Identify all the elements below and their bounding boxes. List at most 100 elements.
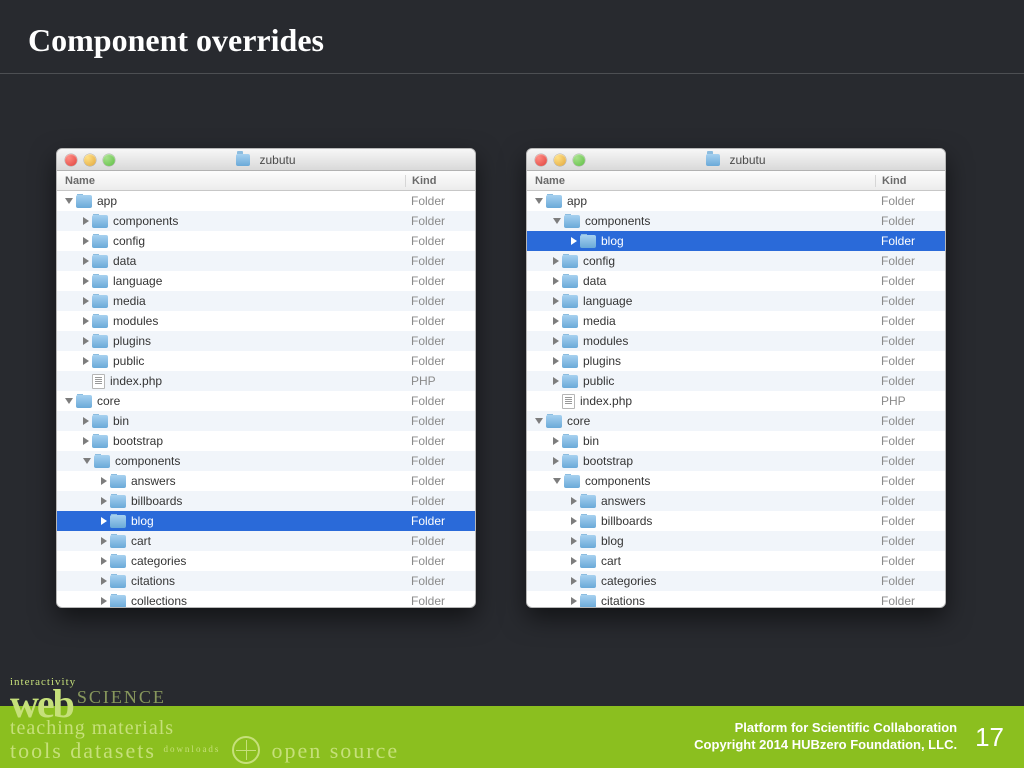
column-name[interactable]: Name xyxy=(57,175,405,187)
disclosure-triangle-icon[interactable] xyxy=(553,317,559,325)
tree-row[interactable]: modulesFolder xyxy=(57,311,475,331)
name-cell[interactable]: public xyxy=(57,354,405,368)
disclosure-triangle-icon[interactable] xyxy=(571,497,577,505)
disclosure-triangle-icon[interactable] xyxy=(101,557,107,565)
disclosure-triangle-icon[interactable] xyxy=(535,418,543,424)
tree-row[interactable]: publicFolder xyxy=(57,351,475,371)
tree-row[interactable]: componentsFolder xyxy=(527,211,945,231)
name-cell[interactable]: categories xyxy=(57,554,405,568)
disclosure-triangle-icon[interactable] xyxy=(553,297,559,305)
tree-row[interactable]: dataFolder xyxy=(57,251,475,271)
tree-row[interactable]: pluginsFolder xyxy=(527,351,945,371)
name-cell[interactable]: components xyxy=(527,214,875,228)
tree-row[interactable]: blogFolder xyxy=(527,231,945,251)
disclosure-triangle-icon[interactable] xyxy=(83,337,89,345)
tree-row[interactable]: cartFolder xyxy=(527,551,945,571)
disclosure-triangle-icon[interactable] xyxy=(553,277,559,285)
disclosure-triangle-icon[interactable] xyxy=(553,257,559,265)
disclosure-triangle-icon[interactable] xyxy=(553,218,561,224)
disclosure-triangle-icon[interactable] xyxy=(83,217,89,225)
column-kind[interactable]: Kind xyxy=(405,175,475,187)
window-minimize-button[interactable] xyxy=(554,154,566,166)
name-cell[interactable]: bootstrap xyxy=(57,434,405,448)
disclosure-triangle-icon[interactable] xyxy=(553,337,559,345)
tree-row[interactable]: binFolder xyxy=(527,431,945,451)
name-cell[interactable]: citations xyxy=(527,594,875,607)
window-zoom-button[interactable] xyxy=(103,154,115,166)
name-cell[interactable]: cart xyxy=(527,554,875,568)
tree-row[interactable]: billboardsFolder xyxy=(57,491,475,511)
tree-row[interactable]: componentsFolder xyxy=(57,451,475,471)
name-cell[interactable]: categories xyxy=(527,574,875,588)
tree-row[interactable]: bootstrapFolder xyxy=(57,431,475,451)
tree-row[interactable]: mediaFolder xyxy=(527,311,945,331)
name-cell[interactable]: billboards xyxy=(57,494,405,508)
disclosure-triangle-icon[interactable] xyxy=(553,478,561,484)
name-cell[interactable]: collections xyxy=(57,594,405,607)
disclosure-triangle-icon[interactable] xyxy=(535,198,543,204)
window-minimize-button[interactable] xyxy=(84,154,96,166)
name-cell[interactable]: plugins xyxy=(57,334,405,348)
tree-row[interactable]: index.phpPHP xyxy=(527,391,945,411)
tree-row[interactable]: configFolder xyxy=(527,251,945,271)
disclosure-triangle-icon[interactable] xyxy=(83,417,89,425)
name-cell[interactable]: blog xyxy=(57,514,405,528)
column-kind[interactable]: Kind xyxy=(875,175,945,187)
disclosure-triangle-icon[interactable] xyxy=(101,517,107,525)
disclosure-triangle-icon[interactable] xyxy=(83,437,89,445)
tree-row[interactable]: appFolder xyxy=(527,191,945,211)
name-cell[interactable]: language xyxy=(527,294,875,308)
disclosure-triangle-icon[interactable] xyxy=(553,357,559,365)
disclosure-triangle-icon[interactable] xyxy=(83,357,89,365)
tree-row[interactable]: categoriesFolder xyxy=(57,551,475,571)
name-cell[interactable]: blog xyxy=(527,534,875,548)
disclosure-triangle-icon[interactable] xyxy=(553,457,559,465)
tree-row[interactable]: billboardsFolder xyxy=(527,511,945,531)
disclosure-triangle-icon[interactable] xyxy=(101,497,107,505)
titlebar[interactable]: zubutu xyxy=(57,149,475,171)
disclosure-triangle-icon[interactable] xyxy=(101,597,107,605)
window-close-button[interactable] xyxy=(535,154,547,166)
tree-row[interactable]: pluginsFolder xyxy=(57,331,475,351)
tree-row[interactable]: componentsFolder xyxy=(57,211,475,231)
name-cell[interactable]: bin xyxy=(527,434,875,448)
disclosure-triangle-icon[interactable] xyxy=(101,477,107,485)
name-cell[interactable]: media xyxy=(57,294,405,308)
name-cell[interactable]: components xyxy=(57,454,405,468)
disclosure-triangle-icon[interactable] xyxy=(553,377,559,385)
tree-row[interactable]: languageFolder xyxy=(57,271,475,291)
name-cell[interactable]: answers xyxy=(527,494,875,508)
disclosure-triangle-icon[interactable] xyxy=(101,537,107,545)
name-cell[interactable]: bin xyxy=(57,414,405,428)
tree-row[interactable]: answersFolder xyxy=(527,491,945,511)
name-cell[interactable]: app xyxy=(57,194,405,208)
tree-row[interactable]: citationsFolder xyxy=(527,591,945,607)
tree-row[interactable]: binFolder xyxy=(57,411,475,431)
name-cell[interactable]: language xyxy=(57,274,405,288)
name-cell[interactable]: index.php xyxy=(527,394,875,409)
name-cell[interactable]: config xyxy=(57,234,405,248)
disclosure-triangle-icon[interactable] xyxy=(83,257,89,265)
disclosure-triangle-icon[interactable] xyxy=(553,437,559,445)
tree-row[interactable]: publicFolder xyxy=(527,371,945,391)
name-cell[interactable]: config xyxy=(527,254,875,268)
disclosure-triangle-icon[interactable] xyxy=(101,577,107,585)
disclosure-triangle-icon[interactable] xyxy=(65,198,73,204)
tree-row[interactable]: citationsFolder xyxy=(57,571,475,591)
disclosure-triangle-icon[interactable] xyxy=(65,398,73,404)
tree-row[interactable]: coreFolder xyxy=(527,411,945,431)
disclosure-triangle-icon[interactable] xyxy=(83,297,89,305)
name-cell[interactable]: index.php xyxy=(57,374,405,389)
tree-row[interactable]: componentsFolder xyxy=(527,471,945,491)
tree-row[interactable]: modulesFolder xyxy=(527,331,945,351)
name-cell[interactable]: media xyxy=(527,314,875,328)
name-cell[interactable]: bootstrap xyxy=(527,454,875,468)
disclosure-triangle-icon[interactable] xyxy=(83,317,89,325)
name-cell[interactable]: modules xyxy=(57,314,405,328)
name-cell[interactable]: billboards xyxy=(527,514,875,528)
tree-row[interactable]: collectionsFolder xyxy=(57,591,475,607)
column-headers[interactable]: NameKind xyxy=(527,171,945,191)
tree-row[interactable]: dataFolder xyxy=(527,271,945,291)
disclosure-triangle-icon[interactable] xyxy=(571,517,577,525)
name-cell[interactable]: plugins xyxy=(527,354,875,368)
